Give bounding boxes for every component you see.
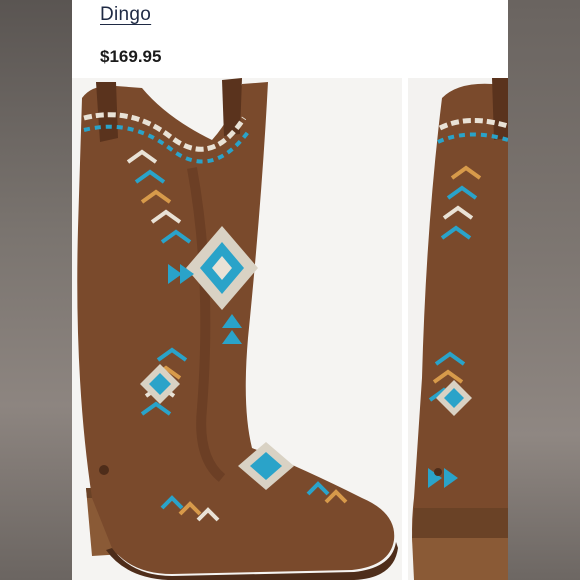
product-panel: Dingo $169.95 <box>72 0 508 580</box>
product-image-secondary[interactable] <box>408 78 508 580</box>
boot-photo-side-icon <box>412 78 508 580</box>
brand-link[interactable]: Dingo <box>100 4 151 26</box>
product-image-main[interactable] <box>72 78 402 580</box>
blurred-background-left <box>0 0 72 580</box>
product-price: $169.95 <box>100 47 162 66</box>
boot-photo-main-icon <box>77 78 398 580</box>
blurred-background-right <box>508 0 580 580</box>
